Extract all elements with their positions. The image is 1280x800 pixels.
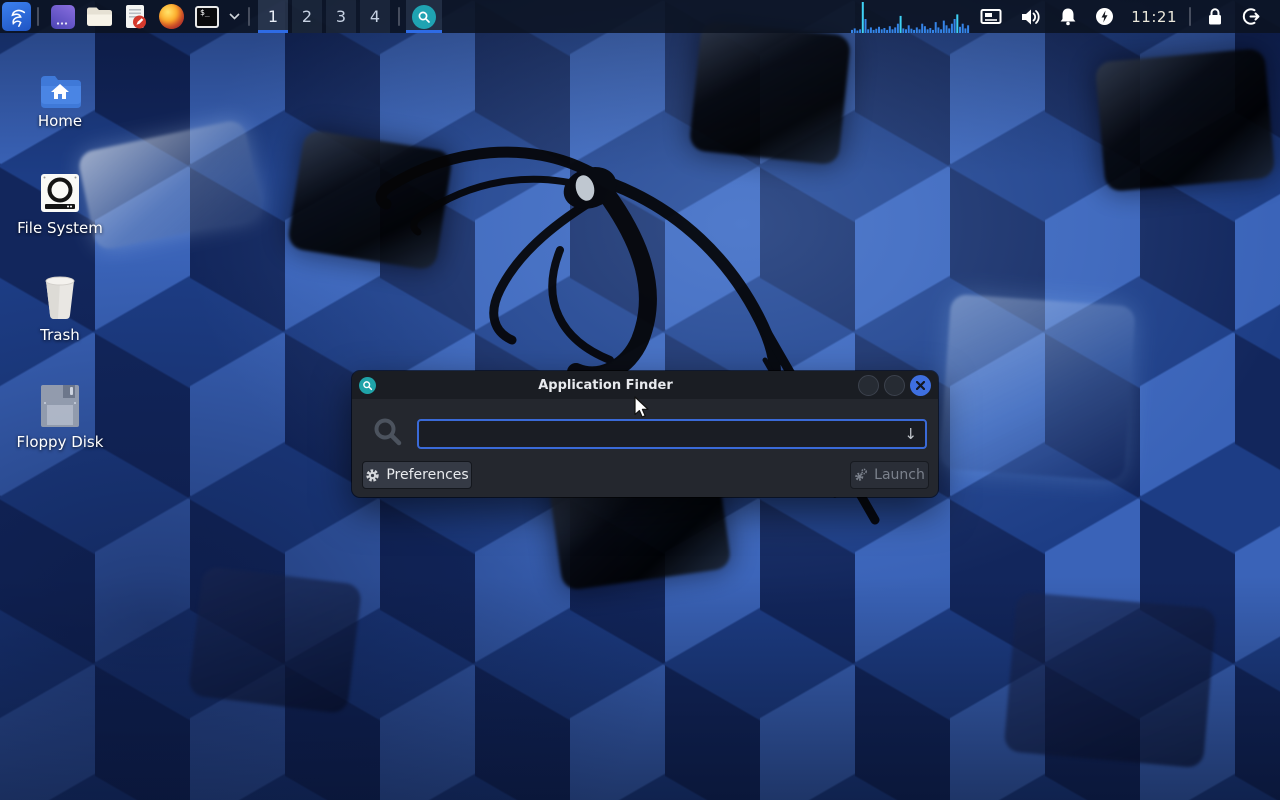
firefox-icon <box>159 4 184 29</box>
search-entry[interactable]: ↓ <box>417 419 927 449</box>
desktop-icon-floppy-disk[interactable]: Floppy Disk <box>8 377 112 451</box>
panel-separator <box>248 7 250 26</box>
taskbar-application-finder[interactable] <box>406 0 442 33</box>
desktop-icon-file-system[interactable]: File System <box>8 163 112 237</box>
wallpaper-dark-cube <box>1003 592 1216 769</box>
logout-icon[interactable] <box>1242 7 1261 26</box>
kali-dragon-silhouette <box>260 100 940 580</box>
trash-bucket-icon <box>40 270 80 322</box>
launcher-file-manager[interactable] <box>86 4 112 30</box>
home-folder-icon <box>39 56 81 108</box>
search-input[interactable] <box>419 426 896 442</box>
panel-separator <box>37 7 39 26</box>
window-title: Application Finder <box>384 378 853 393</box>
panel-right: 11:21 <box>851 0 1280 33</box>
launcher-firefox[interactable] <box>158 4 184 30</box>
application-finder-icon <box>359 377 376 394</box>
launcher-terminal[interactable]: $_ <box>194 4 220 30</box>
panel-separator <box>398 7 400 26</box>
desktop-icon-home[interactable]: Home <box>8 56 112 130</box>
dropdown-arrow-icon[interactable]: ↓ <box>896 427 925 442</box>
floppy-disk-icon <box>39 377 81 429</box>
desktop-icon-label: Trash <box>40 326 80 344</box>
network-icon[interactable] <box>980 8 1002 25</box>
launch-button[interactable]: Launch <box>850 461 929 489</box>
workspace-1[interactable]: 1 <box>258 0 288 33</box>
panel-separator <box>1189 7 1191 26</box>
workspace-2[interactable]: 2 <box>292 0 322 33</box>
preferences-button[interactable]: Preferences <box>362 461 472 489</box>
cpu-graph[interactable] <box>851 0 971 33</box>
chevron-down-icon[interactable] <box>229 13 240 20</box>
search-icon <box>372 416 404 452</box>
desktop-icon-label: File System <box>17 219 103 237</box>
titlebar[interactable]: Application Finder <box>352 371 938 399</box>
wallpaper-dark-cube <box>188 566 363 715</box>
lock-icon[interactable] <box>1206 7 1224 26</box>
desktop-screen: Home File System Trash <box>0 0 1280 800</box>
kali-dragon-icon <box>6 6 28 28</box>
top-panel: $_ 1 2 3 4 <box>0 0 1280 33</box>
folder-icon <box>86 6 112 27</box>
panel-left: $_ 1 2 3 4 <box>0 0 442 33</box>
maximize-button[interactable] <box>884 375 905 396</box>
wallpaper-glass-cube <box>939 294 1136 481</box>
workspace-label: 2 <box>302 7 312 26</box>
text-editor-icon <box>123 4 147 30</box>
terminal-icon: $_ <box>195 6 219 28</box>
application-finder-window: Application Finder ↓ <box>352 371 938 497</box>
desktop-icon-trash[interactable]: Trash <box>8 270 112 344</box>
launcher-desktop-app[interactable] <box>50 4 76 30</box>
hard-drive-icon <box>38 163 82 215</box>
clock[interactable]: 11:21 <box>1131 8 1177 26</box>
workspace-4[interactable]: 4 <box>360 0 390 33</box>
launch-gears-icon <box>854 468 868 482</box>
workspace-label: 3 <box>336 7 346 26</box>
search-icon <box>412 5 436 29</box>
close-icon <box>916 381 925 390</box>
workspace-label: 1 <box>268 7 278 26</box>
minimize-button[interactable] <box>858 375 879 396</box>
preferences-label: Preferences <box>386 467 468 483</box>
mouse-cursor <box>633 396 649 420</box>
power-manager-icon[interactable] <box>1095 7 1114 26</box>
notifications-bell-icon[interactable] <box>1059 7 1077 26</box>
gear-icon <box>365 468 380 483</box>
workspace-3[interactable]: 3 <box>326 0 356 33</box>
desktop-app-icon <box>51 5 75 29</box>
workspace-label: 4 <box>370 7 380 26</box>
volume-icon[interactable] <box>1020 8 1041 26</box>
wallpaper-black-cube <box>1095 48 1276 192</box>
close-button[interactable] <box>910 375 931 396</box>
launch-label: Launch <box>874 467 925 483</box>
desktop-icon-label: Home <box>38 112 82 130</box>
kali-menu-button[interactable] <box>2 2 31 31</box>
launcher-text-editor[interactable] <box>122 4 148 30</box>
desktop-icon-label: Floppy Disk <box>17 433 104 451</box>
